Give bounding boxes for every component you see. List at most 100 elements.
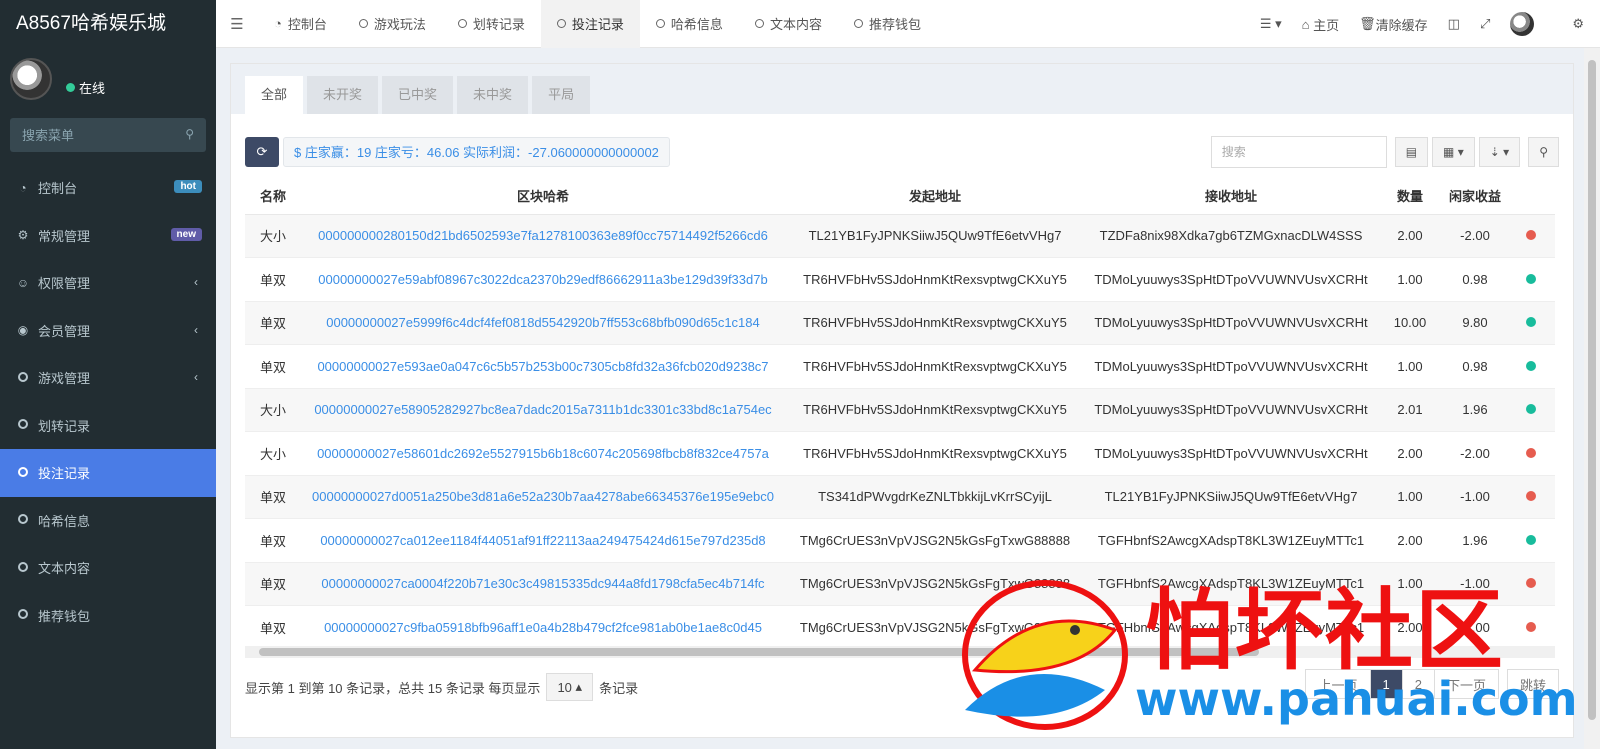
table-row[interactable]: 大小 00000000027e58905282927bc8ea7dadc2015a…: [245, 388, 1555, 432]
cell-hash[interactable]: 00000000027e58601dc2692e5527915b6b18c607…: [301, 431, 785, 476]
menu-toggle-icon[interactable]: ☰: [216, 15, 258, 33]
sidebar-item-7[interactable]: 哈希信息: [0, 497, 216, 545]
page-1-button[interactable]: 1: [1369, 669, 1403, 699]
fullscreen-icon[interactable]: ⤢: [1470, 16, 1500, 32]
cell-hash[interactable]: 00000000027e593ae0a047c6c5b57b253b00c730…: [301, 344, 785, 389]
cogs-icon: ⚙: [17, 228, 29, 243]
nav-tab-1[interactable]: 游戏玩法: [343, 0, 442, 48]
cell-hash[interactable]: 00000000027e59abf08967c3022dca2370b29edf…: [301, 257, 785, 302]
sidebar-item-4[interactable]: 游戏管理 ‹: [0, 354, 216, 402]
settings-gear-icon[interactable]: ⚙: [1562, 16, 1594, 32]
filter-tab-0[interactable]: 全部: [245, 76, 304, 114]
cell-status: [1507, 344, 1555, 389]
dashboard-icon: ◔: [274, 16, 282, 31]
nav-tab-6[interactable]: 推荐钱包: [838, 0, 937, 48]
table-row[interactable]: 单双 00000000027c9fba05918bfb96aff1e0a4b28b…: [245, 605, 1555, 650]
cell-hash[interactable]: 00000000027e5999f6c4dcf4fef0818d5542920b…: [301, 301, 785, 345]
header-to[interactable]: 接收地址: [1085, 178, 1377, 215]
sidebar-item-5[interactable]: 划转记录: [0, 402, 216, 450]
filter-tab-3[interactable]: 未中奖: [457, 76, 529, 114]
table-row[interactable]: 大小 000000000280150d21bd6502593e7fa1278100…: [245, 214, 1555, 258]
table-row[interactable]: 单双 00000000027e593ae0a047c6c5b57b253b00c7…: [245, 344, 1555, 389]
brand-title[interactable]: A8567哈希娱乐城: [0, 0, 216, 48]
search-icon[interactable]: ⚲: [185, 127, 194, 141]
sidebar-item-1[interactable]: ⚙ 常规管理 new: [0, 212, 216, 260]
nav-tab-3[interactable]: 投注记录: [540, 0, 640, 48]
cell-from: TR6HVFbHv5SJdoHnmKtRexsvptwgCKXuY5: [785, 388, 1085, 432]
header-amount[interactable]: 数量: [1377, 178, 1443, 215]
prev-page-button[interactable]: 上一页: [1305, 669, 1371, 699]
search-button[interactable]: ⚲: [1528, 137, 1559, 167]
cell-hash[interactable]: 00000000027d0051a250be3d81a6e52a230b7aa4…: [301, 475, 785, 519]
home-link[interactable]: ⌂ 主页: [1292, 15, 1349, 34]
cell-profit: -1.00: [1443, 475, 1507, 519]
cell-hash[interactable]: 000000000280150d21bd6502593e7fa127810036…: [301, 214, 785, 258]
nav-tab-label: 游戏玩法: [373, 17, 426, 32]
horizontal-scrollbar[interactable]: [245, 646, 1555, 658]
sidebar-item-8[interactable]: 文本内容: [0, 544, 216, 592]
table-row[interactable]: 单双 00000000027e5999f6c4dcf4fef0818d554292…: [245, 301, 1555, 345]
sidebar-item-0[interactable]: ◔ 控制台 hot: [0, 164, 216, 212]
group-icon: ☺: [16, 275, 30, 290]
cell-status: [1507, 518, 1555, 563]
page-size-select[interactable]: 10 ▴: [546, 673, 594, 701]
table-row[interactable]: 单双 00000000027e59abf08967c3022dca2370b29e…: [245, 257, 1555, 302]
cell-status: [1507, 605, 1555, 650]
circle-icon: [16, 418, 30, 432]
header-name[interactable]: 名称: [245, 178, 301, 215]
cell-hash[interactable]: 00000000027c9fba05918bfb96aff1e0a4b28b47…: [301, 605, 785, 650]
sidebar-search-input[interactable]: [10, 118, 206, 152]
circle-icon: [655, 19, 665, 28]
table-row[interactable]: 单双 00000000027ca012ee1184f44051af91ff2211…: [245, 518, 1555, 563]
columns-button[interactable]: ▦ ▾: [1432, 137, 1475, 167]
cell-hash[interactable]: 00000000027e58905282927bc8ea7dadc2015a73…: [301, 388, 785, 432]
nav-tab-4[interactable]: 哈希信息: [640, 0, 739, 48]
jump-button[interactable]: 跳转: [1506, 669, 1559, 699]
table-toolbar: ⟳ $ 庄家赢：19 庄家亏：46.06 实际利润：-27.0600000000…: [245, 136, 1559, 168]
nav-tab-0[interactable]: ◔ 控制台: [258, 0, 343, 48]
filter-tab-1[interactable]: 未开奖: [307, 76, 379, 114]
cell-amount: 2.00: [1377, 518, 1443, 563]
table-row[interactable]: 大小 00000000027e58601dc2692e5527915b6b18c6…: [245, 431, 1555, 476]
cell-hash[interactable]: 00000000027ca012ee1184f44051af91ff22113a…: [301, 518, 785, 563]
sidebar-search: ⚲: [10, 118, 206, 152]
nav-tab-5[interactable]: 文本内容: [739, 0, 838, 48]
page-2-button[interactable]: 2: [1401, 669, 1435, 699]
circle-icon: [358, 19, 368, 28]
sidebar-item-9[interactable]: 推荐钱包: [0, 592, 216, 640]
table-header-row: 名称 区块哈希 发起地址 接收地址 数量 闲家收益: [245, 178, 1555, 215]
cell-hash[interactable]: 00000000027ca0004f220b71e30c3c49815335dc…: [301, 562, 785, 606]
filter-tab-2[interactable]: 已中奖: [382, 76, 454, 114]
clear-cache-button[interactable]: 🗑 清除缓存: [1349, 15, 1438, 34]
sidebar-item-2[interactable]: ☺ 权限管理 ‹: [0, 259, 216, 307]
table-search-input[interactable]: [1210, 136, 1387, 168]
vertical-scrollbar-thumb[interactable]: [1588, 60, 1596, 720]
user-avatar[interactable]: [1510, 12, 1535, 36]
refresh-button[interactable]: ⟳: [245, 137, 279, 167]
list-dropdown-icon[interactable]: ☰ ▾: [1250, 16, 1292, 32]
table-row[interactable]: 单双 00000000027d0051a250be3d81a6e52a230b7a…: [245, 475, 1555, 519]
cell-name: 单双: [245, 475, 301, 519]
next-page-button[interactable]: 下一页: [1433, 669, 1499, 699]
header-from[interactable]: 发起地址: [785, 178, 1085, 215]
filter-tab-4[interactable]: 平局: [532, 76, 591, 114]
cell-amount: 1.00: [1377, 257, 1443, 302]
vertical-scrollbar[interactable]: [1584, 48, 1600, 749]
pagination: 上一页 1 2 下一页 跳转: [1305, 669, 1559, 699]
cell-status: [1507, 475, 1555, 519]
cell-from: TMg6CrUES3nVpVJSG2N5kGsFgTxwG88888: [785, 518, 1085, 563]
translate-icon[interactable]: ◫: [1438, 16, 1470, 32]
scrollbar-thumb[interactable]: [259, 648, 1259, 656]
sidebar-item-6[interactable]: 投注记录: [0, 449, 216, 497]
cell-name: 单双: [245, 605, 301, 650]
nav-tab-2[interactable]: 划转记录: [442, 0, 541, 48]
cell-profit: 0.98: [1443, 257, 1507, 302]
sidebar-item-3[interactable]: ◉ 会员管理 ‹: [0, 307, 216, 355]
table-row[interactable]: 单双 00000000027ca0004f220b71e30c3c49815335…: [245, 562, 1555, 606]
header-hash[interactable]: 区块哈希: [301, 178, 785, 215]
export-button[interactable]: ⇣ ▾: [1478, 137, 1521, 167]
cell-from: TR6HVFbHv5SJdoHnmKtRexsvptwgCKXuY5: [785, 431, 1085, 476]
toggle-view-button[interactable]: ▤: [1394, 137, 1429, 167]
home-label: 主页: [1313, 17, 1340, 33]
header-profit[interactable]: 闲家收益: [1443, 178, 1507, 215]
